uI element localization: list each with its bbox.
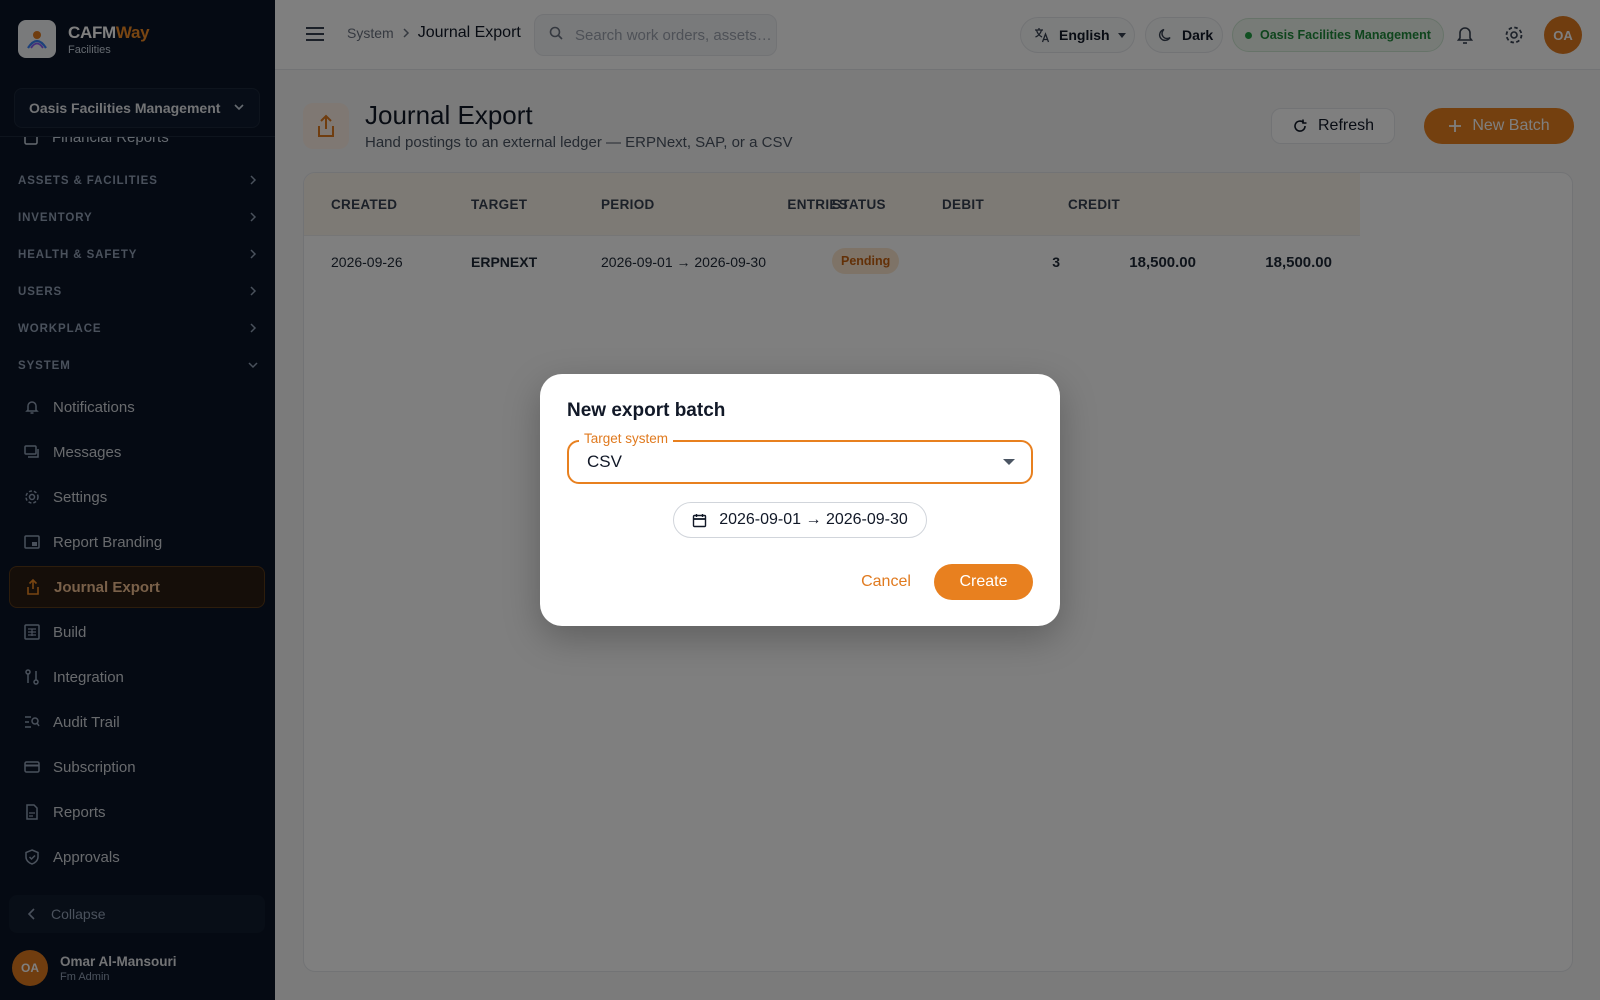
- new-export-batch-dialog: New export batch Target system CSV 2026-…: [540, 374, 1060, 626]
- date-range-picker[interactable]: 2026-09-01 → 2026-09-30: [673, 502, 927, 538]
- dialog-title: New export batch: [567, 400, 726, 421]
- cancel-button[interactable]: Cancel: [850, 564, 922, 600]
- target-system-label: Target system: [579, 431, 674, 446]
- date-range-value: 2026-09-01 → 2026-09-30: [719, 511, 908, 528]
- target-system-select[interactable]: Target system CSV: [567, 431, 1033, 484]
- calendar-icon: [692, 513, 707, 528]
- create-button[interactable]: Create: [934, 564, 1033, 600]
- target-system-value: CSV: [587, 452, 622, 471]
- caret-down-icon: [1003, 459, 1015, 465]
